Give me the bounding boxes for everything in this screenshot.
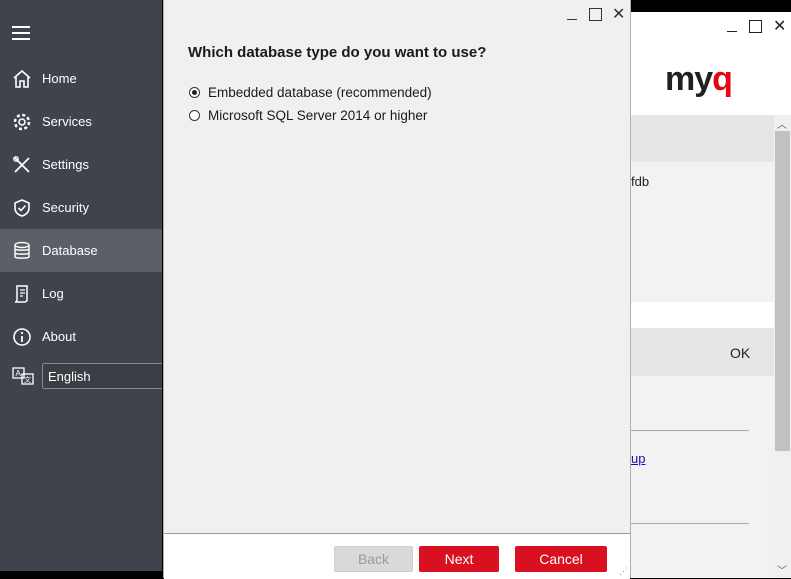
- maximize-button[interactable]: [589, 8, 602, 21]
- minimize-button[interactable]: [567, 19, 577, 20]
- log-icon: [11, 283, 33, 305]
- sidebar-item-settings[interactable]: Settings: [0, 143, 162, 186]
- sidebar-item-label: Log: [42, 286, 64, 301]
- bg-close-button[interactable]: ✕: [773, 16, 786, 36]
- option-label: Microsoft SQL Server 2014 or higher: [208, 108, 428, 123]
- bg-ok-label: OK: [730, 345, 751, 361]
- radio-mssql[interactable]: [189, 110, 200, 121]
- sidebar-item-label: Services: [42, 114, 92, 129]
- scrollbar-thumb[interactable]: [775, 131, 790, 451]
- svg-text:A: A: [16, 369, 22, 378]
- bg-title-bar: ✕: [631, 12, 791, 46]
- hamburger-menu-icon[interactable]: [12, 26, 30, 40]
- language-select[interactable]: English: [42, 363, 162, 389]
- info-icon: [11, 326, 33, 348]
- option-mssql-server[interactable]: Microsoft SQL Server 2014 or higher: [189, 108, 427, 123]
- database-type-dialog: ✕ Which database type do you want to use…: [163, 0, 631, 579]
- sidebar-item-services[interactable]: Services: [0, 100, 162, 143]
- sidebar-item-home[interactable]: Home: [0, 57, 162, 100]
- option-embedded-database[interactable]: Embedded database (recommended): [189, 85, 432, 100]
- bg-section-body: [631, 162, 774, 302]
- bg-ok-bar: [631, 328, 774, 376]
- bg-link[interactable]: up: [631, 451, 645, 466]
- scroll-down-icon[interactable]: ﹀: [777, 562, 787, 577]
- gear-icon: [11, 111, 33, 133]
- home-icon: [11, 68, 33, 90]
- sidebar-item-label: Database: [42, 243, 98, 258]
- scroll-up-icon[interactable]: ︿: [777, 116, 787, 131]
- sidebar-item-about[interactable]: About: [0, 315, 162, 358]
- background-window: ✕ myq fdb OK up ︿ ﹀: [631, 12, 791, 578]
- sidebar-item-label: Home: [42, 71, 77, 86]
- bg-section-body-2: [631, 376, 774, 578]
- bg-divider: [631, 523, 749, 524]
- cancel-button[interactable]: Cancel: [515, 546, 607, 572]
- shield-check-icon: [11, 197, 33, 219]
- sidebar: Home Services Settings Security Database…: [0, 0, 162, 571]
- back-button[interactable]: Back: [334, 546, 413, 572]
- sidebar-item-database[interactable]: Database: [0, 229, 162, 272]
- radio-embedded[interactable]: [189, 87, 200, 98]
- bg-database-path-text: fdb: [631, 174, 650, 189]
- wrench-screwdriver-icon: [11, 154, 33, 176]
- bg-divider: [631, 430, 749, 431]
- translate-icon: A文: [12, 367, 34, 390]
- bg-section-header: [631, 115, 774, 162]
- resize-grip-icon[interactable]: ⋰: [619, 566, 628, 577]
- next-button[interactable]: Next: [419, 546, 499, 572]
- dialog-footer: Back Next Cancel ⋰: [164, 533, 630, 579]
- database-icon: [11, 240, 33, 262]
- myq-logo: myq: [665, 60, 733, 98]
- bg-minimize-button[interactable]: [727, 31, 737, 32]
- sidebar-item-label: Settings: [42, 157, 89, 172]
- sidebar-item-label: Security: [42, 200, 89, 215]
- close-button[interactable]: ✕: [612, 4, 625, 24]
- bg-maximize-button[interactable]: [749, 20, 762, 33]
- option-label: Embedded database (recommended): [208, 85, 432, 100]
- dialog-question: Which database type do you want to use?: [188, 44, 487, 61]
- bg-scrollbar[interactable]: ︿ ﹀: [774, 115, 791, 578]
- sidebar-item-label: About: [42, 329, 76, 344]
- svg-text:文: 文: [24, 375, 31, 384]
- sidebar-item-security[interactable]: Security: [0, 186, 162, 229]
- sidebar-item-log[interactable]: Log: [0, 272, 162, 315]
